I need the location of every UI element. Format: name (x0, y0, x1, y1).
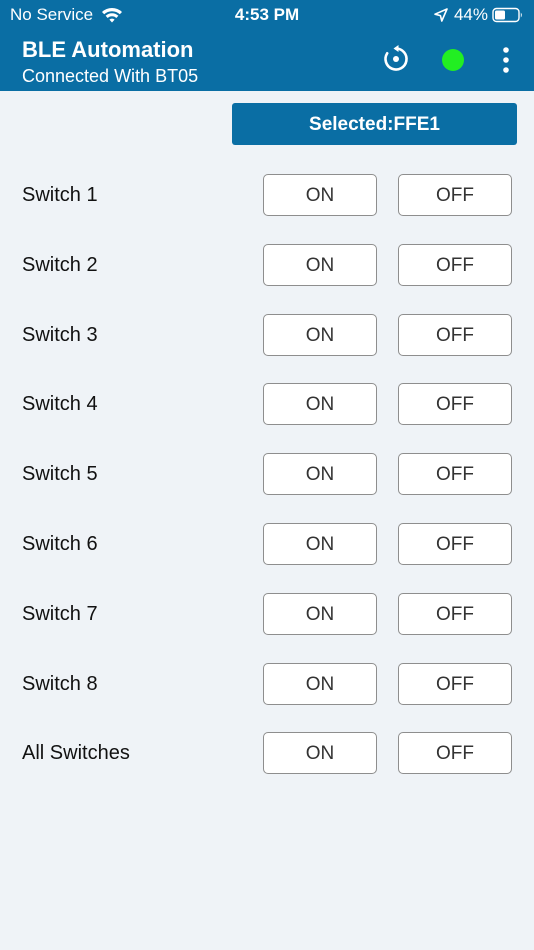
switch-label: Switch 8 (22, 672, 98, 695)
location-arrow-icon (434, 8, 448, 22)
app-bar: BLE Automation Connected With BT05 (0, 30, 534, 91)
switch-label: Switch 4 (22, 393, 98, 416)
switch-7-on-button[interactable]: ON (263, 592, 377, 635)
switch-label: Switch 5 (22, 463, 98, 486)
switch-5-off-button[interactable]: OFF (398, 453, 512, 496)
app-title: BLE Automation (22, 37, 194, 62)
switch-1-on-button[interactable]: ON (263, 174, 377, 216)
connection-subtitle: Connected With BT05 (22, 66, 199, 86)
switch-row: Switch 8 ON OFF (0, 649, 534, 719)
battery-percent: 44% (453, 5, 488, 24)
switch-4-off-button[interactable]: OFF (398, 383, 512, 426)
switch-list: Switch 1 ON OFF Switch 2 ON OFF Switch 3… (0, 160, 534, 788)
status-bar: No Service 4:53 PM 44% (0, 0, 534, 30)
app-screen: No Service 4:53 PM 44% BLE Automation Co… (0, 0, 534, 950)
battery-icon (492, 7, 522, 23)
switch-row: Switch 2 ON OFF (0, 230, 534, 300)
all-switches-on-button[interactable]: ON (263, 732, 377, 775)
header: No Service 4:53 PM 44% BLE Automation Co… (0, 0, 534, 91)
switch-2-on-button[interactable]: ON (263, 243, 377, 286)
switch-label: Switch 1 (22, 184, 98, 206)
all-switches-off-button[interactable]: OFF (398, 732, 512, 775)
connection-status-dot (442, 49, 464, 71)
switch-label: All Switches (22, 742, 130, 765)
status-right: 44% (434, 5, 524, 25)
switch-3-off-button[interactable]: OFF (398, 313, 512, 356)
switch-8-on-button[interactable]: ON (263, 662, 377, 705)
switch-7-off-button[interactable]: OFF (398, 592, 512, 635)
switch-1-off-button[interactable]: OFF (398, 174, 512, 216)
switch-row: Switch 4 ON OFF (0, 369, 534, 439)
switch-row: Switch 7 ON OFF (0, 579, 534, 649)
switch-row: Switch 6 ON OFF (0, 509, 534, 579)
switch-label: Switch 3 (22, 323, 98, 346)
switch-8-off-button[interactable]: OFF (398, 662, 512, 705)
refresh-icon[interactable] (381, 44, 411, 74)
switch-5-on-button[interactable]: ON (263, 453, 377, 496)
switch-3-on-button[interactable]: ON (263, 313, 377, 356)
switch-label: Switch 7 (22, 602, 98, 625)
switch-6-off-button[interactable]: OFF (398, 522, 512, 565)
switch-4-on-button[interactable]: ON (263, 383, 377, 426)
switch-row: Switch 5 ON OFF (0, 439, 534, 509)
switch-2-off-button[interactable]: OFF (398, 243, 512, 286)
switch-row: Switch 3 ON OFF (0, 300, 534, 370)
switch-row: Switch 1 ON OFF (0, 160, 534, 230)
switch-label: Switch 6 (22, 532, 98, 555)
switch-label: Switch 2 (22, 253, 98, 276)
more-vertical-icon[interactable] (496, 45, 516, 75)
switch-6-on-button[interactable]: ON (263, 522, 377, 565)
selected-characteristic-button[interactable]: Selected:FFE1 (232, 103, 517, 145)
switch-row: All Switches ON OFF (0, 718, 534, 788)
